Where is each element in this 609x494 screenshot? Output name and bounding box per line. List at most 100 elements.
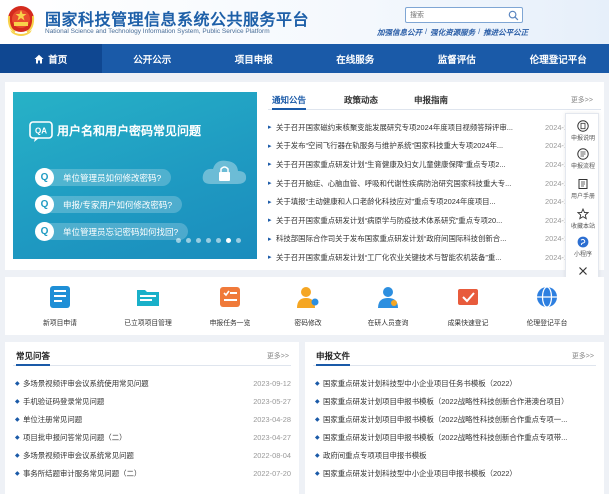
achievement-icon xyxy=(458,289,478,305)
cloud-lock-icon xyxy=(202,160,247,184)
tab-notices[interactable]: 通知公告 xyxy=(272,94,307,110)
bullet-icon: ▸ xyxy=(268,254,272,262)
svg-text:QA: QA xyxy=(35,127,47,136)
documents-list: ◆ 国家重点研发计划科技型中小企业项目任务书模板（2022） ◆ 国家重点研发计划项… xyxy=(315,374,596,482)
faq-list: ◆ 多场景视频评审会议系统使用常见问题 2023-09-12 ◆ 手机验证码登录常见问… xyxy=(15,374,291,482)
news-item[interactable]: ▸ 关于召开国家重点研发计划“工厂化农业关键技术与智能农机装备”重... 2024-… xyxy=(268,248,568,267)
bullet-icon: ◆ xyxy=(315,470,320,477)
national-emblem-icon xyxy=(7,6,35,36)
faq-item[interactable]: ◆ 单位注册常见问题 2023-04-28 xyxy=(15,410,291,428)
nav-item-supervision[interactable]: 监督评估 xyxy=(406,44,508,73)
carousel-dot[interactable] xyxy=(176,238,181,243)
document-item[interactable]: ◆ 国家重点研发计划科技型中小企业项目任务书模板（2022） xyxy=(315,374,596,392)
quick-link-achievement[interactable]: 成果快速登记 xyxy=(428,283,508,327)
carousel-dot-active[interactable] xyxy=(226,238,231,243)
nav-item-label: 伦理登记平台 xyxy=(529,54,587,66)
document-item[interactable]: ◆ 政府间重点专项项目申报书模板 xyxy=(315,446,596,464)
news-more-link[interactable]: 更多>> xyxy=(571,95,593,105)
side-item-application-flow[interactable]: 申报流程 xyxy=(566,148,600,170)
document-item[interactable]: ◆ 国家重点研发计划项目申报书模板（2022战略性科技创新合作重点专项一... xyxy=(315,410,596,428)
faq-more-link[interactable]: 更多>> xyxy=(267,351,289,361)
carousel-heading: 用户名和用户密码常见问题 xyxy=(57,124,202,138)
news-item[interactable]: ▸ 关于召开国家重点研发计划“生育健康及妇女儿童健康保障”重点专项2... 2024… xyxy=(268,155,568,174)
q-icon: Q xyxy=(35,195,54,214)
news-item[interactable]: ▸ 关于填报“主动健康和人口老龄化科技应对”重点专项2024年度项目... 2024… xyxy=(268,192,568,211)
slogans: 加强信息公开 / 强化资源服务 / 推进公平公正 xyxy=(377,27,529,37)
nav-item-project-application[interactable]: 项目申报 xyxy=(203,44,305,73)
new-project-icon xyxy=(50,286,70,308)
nav-item-public-notice[interactable]: 公开公示 xyxy=(102,44,204,73)
carousel-question-text: 申报/专家用户如何修改密码? xyxy=(63,199,173,210)
globe-icon xyxy=(537,286,557,308)
documents-panel: 申报文件 更多>> ◆ 国家重点研发计划科技型中小企业项目任务书模板（2022） … xyxy=(305,342,604,494)
nav-item-ethics-platform[interactable]: 伦理登记平台 xyxy=(508,44,609,73)
bullet-icon: ◆ xyxy=(315,380,320,387)
news-item[interactable]: ▸ 关于召开国家重点研发计划“病原学与防疫技术体系研究”重点专项20... 2024… xyxy=(268,211,568,230)
quick-link-tasks[interactable]: 申报任务一览 xyxy=(190,283,270,327)
side-toolbar: 申报说明 申报流程 用户手册 收藏本站 小程序 关闭 xyxy=(565,113,599,291)
documents-header: 申报文件 更多>> xyxy=(313,350,596,366)
close-icon xyxy=(579,267,587,275)
nav-item-label: 首页 xyxy=(48,54,68,66)
nav-item-label: 项目申报 xyxy=(234,54,273,66)
document-item[interactable]: ◆ 国家重点研发计划科技型中小企业项目申报书模板（2022） xyxy=(315,464,596,482)
side-item-application-notes[interactable]: 申报说明 xyxy=(566,120,600,142)
faq-title: 常见问答 xyxy=(16,350,51,366)
carousel-dot[interactable] xyxy=(196,238,201,243)
side-item-user-manual[interactable]: 用户手册 xyxy=(566,178,600,200)
banner-carousel[interactable]: QA 用户名和用户密码常见问题 Q 单位管理员如何修改密码? Q 申报/专家用户… xyxy=(13,92,257,259)
tab-guides[interactable]: 申报指南 xyxy=(414,94,448,106)
carousel-dot[interactable] xyxy=(236,238,241,243)
news-item[interactable]: ▸ 关于发布“空间飞行器在轨服务与维护系统”国家科技重大专项2024年... 202… xyxy=(268,137,568,156)
bullet-icon: ▸ xyxy=(268,198,272,206)
search-input[interactable] xyxy=(406,8,502,22)
carousel-question-item[interactable]: Q 申报/专家用户如何修改密码? xyxy=(35,195,183,214)
news-item[interactable]: ▸ 科技部国际合作司关于发布国家重点研发计划“政府间国际科技创新合... 2024-… xyxy=(268,230,568,249)
quick-link-ethics[interactable]: 伦理登记平台 xyxy=(507,283,587,327)
nav-item-home[interactable]: 首页 xyxy=(0,44,102,73)
bullet-icon: ◆ xyxy=(315,398,320,405)
carousel-question-item[interactable]: Q 单位管理员如何修改密码? xyxy=(35,168,172,187)
faq-item[interactable]: ◆ 手机验证码登录常见问题 2023-05-27 xyxy=(15,392,291,410)
book-icon xyxy=(578,179,588,189)
q-icon: Q xyxy=(35,168,54,187)
search-box xyxy=(405,7,523,23)
quick-link-password[interactable]: 密码修改 xyxy=(268,283,348,327)
nav-item-label: 监督评估 xyxy=(437,54,476,66)
faq-item[interactable]: ◆ 事务所结题审计服务常见问题（二） 2022-07-20 xyxy=(15,464,291,482)
bullet-icon: ◆ xyxy=(15,434,20,441)
bullet-icon: ▸ xyxy=(268,180,272,188)
task-list-icon xyxy=(220,287,240,307)
side-item-miniapp[interactable]: 小程序 xyxy=(566,236,600,258)
side-item-bookmark[interactable]: 收藏本站 xyxy=(566,208,600,230)
document-item[interactable]: ◆ 国家重点研发计划项目申报书模板（2022战略性科技创新合作重点专项带... xyxy=(315,428,596,446)
folder-icon xyxy=(137,290,159,306)
documents-more-link[interactable]: 更多>> xyxy=(572,351,594,361)
faq-item[interactable]: ◆ 多场景视频评审会议系统使用常见问题 2023-09-12 xyxy=(15,374,291,392)
quick-link-project-management[interactable]: 已立项项目管理 xyxy=(108,283,188,327)
documents-title: 申报文件 xyxy=(316,350,351,366)
bullet-icon: ▸ xyxy=(268,161,272,169)
quick-link-researcher-query[interactable]: 在研人员查询 xyxy=(348,283,428,327)
quick-links-panel: 新项目申请 已立项项目管理 申报任务一览 密码修改 在研人员查询 成果快速登记 … xyxy=(5,277,604,335)
carousel-question-text: 单位管理员忘记密码如何找回? xyxy=(63,226,179,237)
site-subtitle: National Science and Technology Informat… xyxy=(45,28,270,35)
tab-policy[interactable]: 政策动态 xyxy=(344,94,378,106)
news-list: ▸ 关于召开国家磁约束核聚变能发展研究专项2024年度项目视频答辩评审... 202… xyxy=(268,118,568,267)
faq-item[interactable]: ◆ 多场景视频评审会议系统常见问题 2022-08-04 xyxy=(15,446,291,464)
faq-item[interactable]: ◆ 项目批申报问答常见问题（二） 2023-04-27 xyxy=(15,428,291,446)
carousel-dot[interactable] xyxy=(186,238,191,243)
carousel-dot[interactable] xyxy=(206,238,211,243)
news-item[interactable]: ▸ 关于召开国家磁约束核聚变能发展研究专项2024年度项目视频答辩评审... 202… xyxy=(268,118,568,137)
bullet-icon: ◆ xyxy=(315,452,320,459)
bullet-icon: ◆ xyxy=(15,416,20,423)
search-icon[interactable] xyxy=(508,10,519,21)
quick-link-new-project[interactable]: 新项目申请 xyxy=(20,283,100,327)
document-item[interactable]: ◆ 国家重点研发计划项目申报书模板（2022战略性科技创新合作港澳台项目） xyxy=(315,392,596,410)
user-key-icon xyxy=(297,287,319,308)
news-item[interactable]: ▸ 关于召开脑症、心脑血管、呼吸和代谢性疾病防治研究国家科技重大专... 2024-… xyxy=(268,174,568,193)
carousel-dot[interactable] xyxy=(216,238,221,243)
nav-item-label: 在线服务 xyxy=(336,54,375,66)
star-icon xyxy=(577,208,589,220)
nav-item-online-service[interactable]: 在线服务 xyxy=(305,44,407,73)
